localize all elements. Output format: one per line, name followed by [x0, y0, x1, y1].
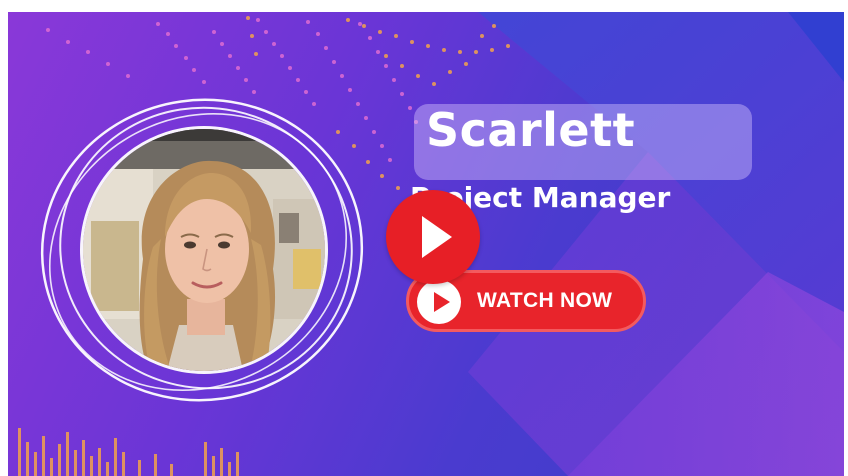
portrait-image: [83, 129, 325, 371]
watch-now-label: WATCH NOW: [477, 289, 613, 312]
play-circle-icon: [417, 280, 461, 324]
presenter-name: Scarlett: [426, 103, 636, 157]
play-icon: [422, 216, 452, 258]
play-button[interactable]: [386, 190, 480, 284]
presenter-portrait: [80, 126, 328, 374]
